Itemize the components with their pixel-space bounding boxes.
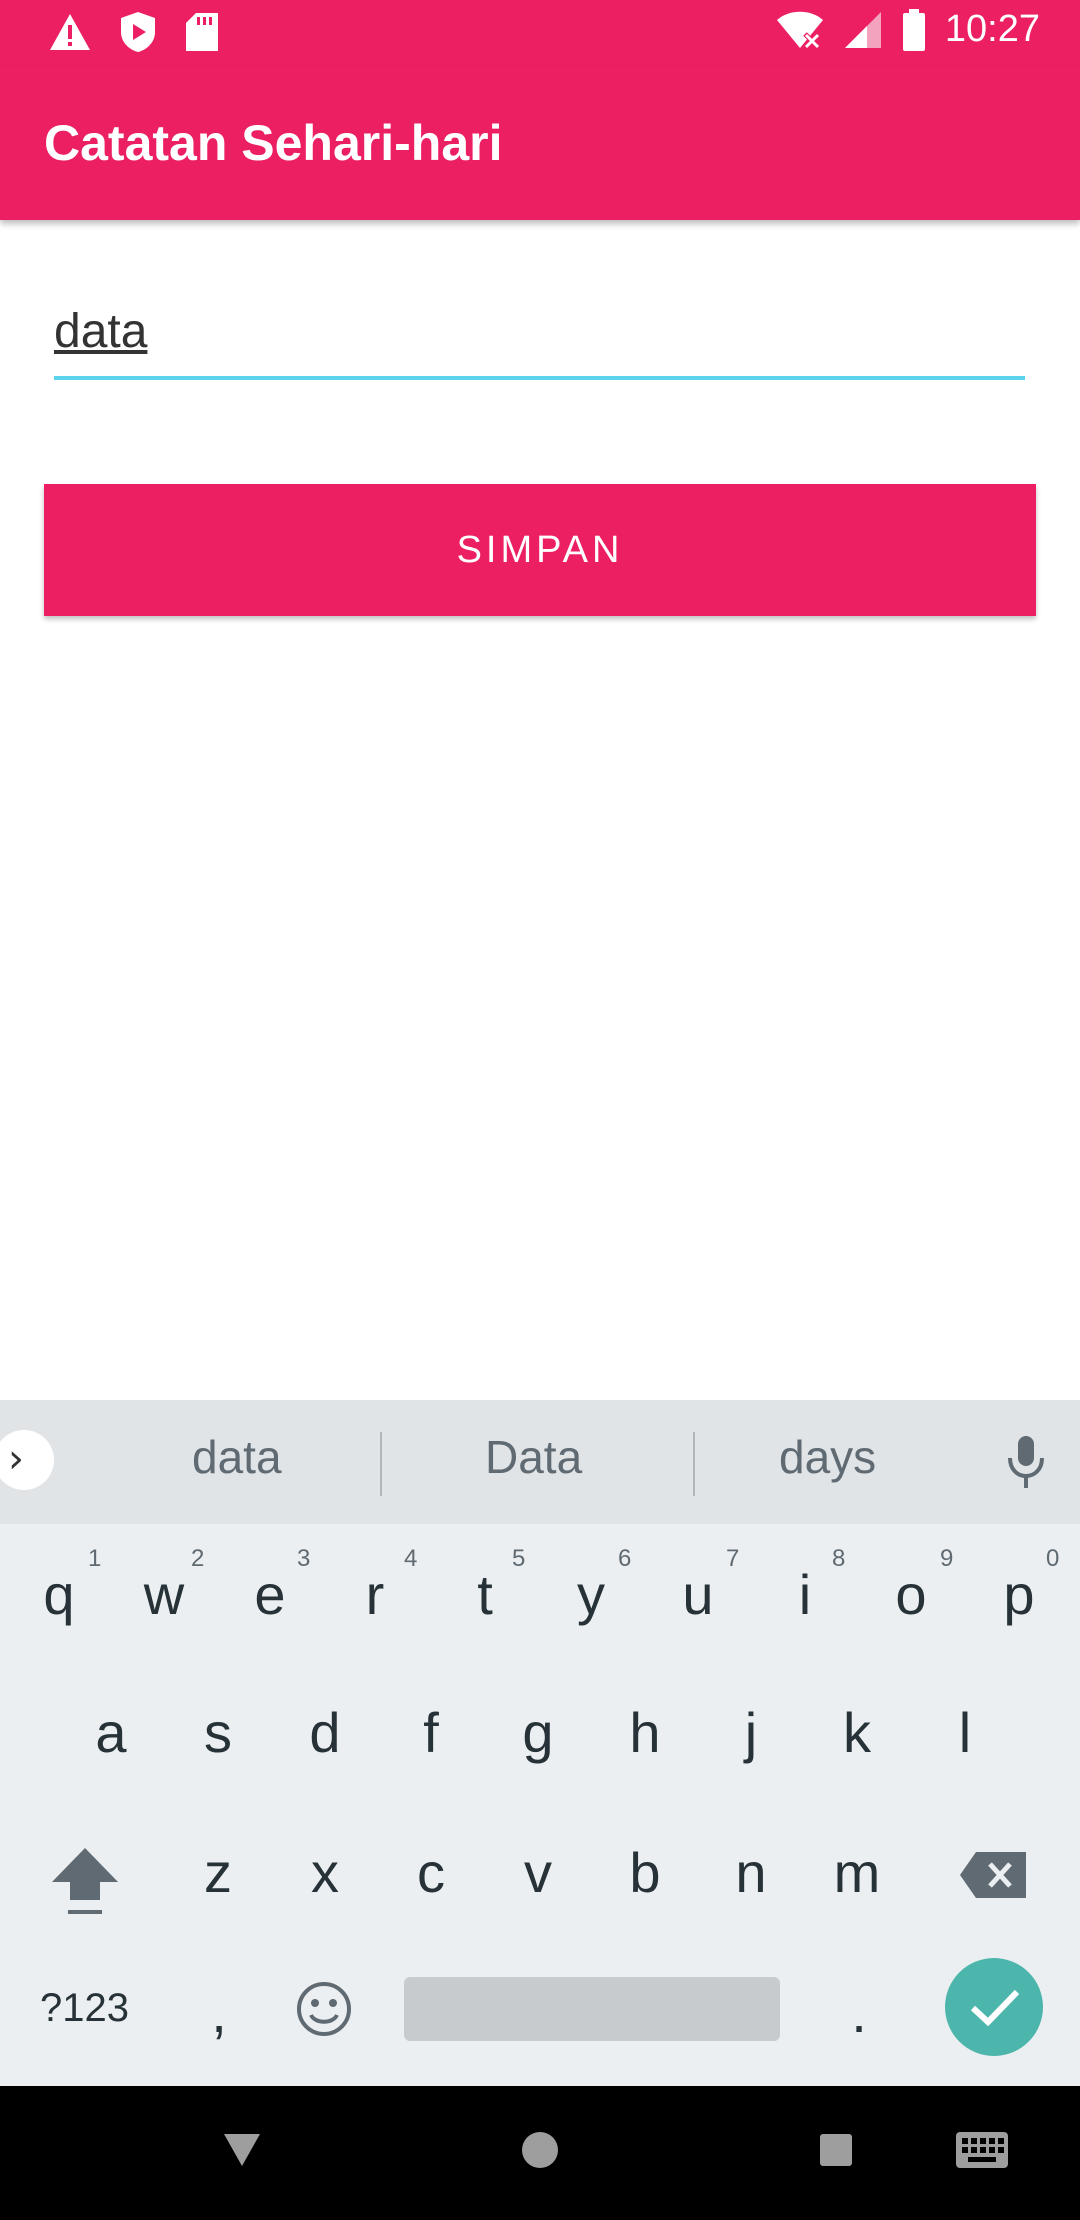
clock: 10:27 xyxy=(944,8,1040,50)
key-x[interactable]: x xyxy=(280,1840,370,1905)
key-l[interactable]: l xyxy=(920,1700,1010,1765)
shield-play-icon xyxy=(121,12,155,52)
emoji-icon[interactable] xyxy=(295,1980,353,2038)
suggestion-divider xyxy=(693,1432,695,1496)
key-hint-1: 1 xyxy=(88,1545,102,1572)
key-h[interactable]: h xyxy=(600,1700,690,1765)
key-c[interactable]: c xyxy=(386,1840,476,1905)
key-d[interactable]: d xyxy=(280,1700,370,1765)
sd-card-icon xyxy=(186,13,218,51)
key-v[interactable]: v xyxy=(493,1840,583,1905)
key-hint-3: 3 xyxy=(297,1545,311,1572)
enter-button[interactable] xyxy=(945,1958,1043,2056)
save-button[interactable]: SIMPAN xyxy=(44,484,1036,616)
suggestion-3[interactable]: days xyxy=(779,1430,876,1484)
key-comma[interactable]: , xyxy=(174,1980,264,2045)
key-s[interactable]: s xyxy=(173,1700,263,1765)
space-key[interactable] xyxy=(404,1977,780,2041)
key-period[interactable]: . xyxy=(814,1980,904,2045)
key-b[interactable]: b xyxy=(600,1840,690,1905)
app-title: Catatan Sehari-hari xyxy=(44,115,503,171)
key-hint-8: 8 xyxy=(832,1545,846,1572)
key-hint-7: 7 xyxy=(726,1545,740,1572)
key-z[interactable]: z xyxy=(173,1840,263,1905)
keyboard-switch-icon[interactable] xyxy=(954,2130,1010,2170)
status-bar: 10:27 xyxy=(0,0,1080,66)
battery-icon xyxy=(902,8,925,51)
navigation-bar xyxy=(0,2086,1080,2220)
suggestion-divider xyxy=(380,1432,382,1496)
back-down-icon[interactable] xyxy=(222,2132,262,2168)
warning-icon xyxy=(50,14,90,50)
key-hint-4: 4 xyxy=(404,1545,418,1572)
home-icon[interactable] xyxy=(520,2130,560,2170)
note-input[interactable] xyxy=(54,296,1025,366)
key-j[interactable]: j xyxy=(706,1700,796,1765)
checkmark-icon xyxy=(970,1989,1020,2027)
app-bar: Catatan Sehari-hari xyxy=(0,66,1080,220)
key-f[interactable]: f xyxy=(386,1700,476,1765)
key-n[interactable]: n xyxy=(706,1840,796,1905)
key-g[interactable]: g xyxy=(493,1700,583,1765)
shift-icon[interactable] xyxy=(50,1846,120,1918)
signal-icon xyxy=(844,11,881,48)
key-a[interactable]: a xyxy=(66,1700,156,1765)
microphone-icon[interactable] xyxy=(1000,1434,1052,1490)
note-input-container xyxy=(54,290,1025,380)
backspace-icon[interactable] xyxy=(958,1850,1028,1900)
key-hint-0: 0 xyxy=(1046,1545,1060,1572)
key-k[interactable]: k xyxy=(812,1700,902,1765)
key-hint-9: 9 xyxy=(940,1545,954,1572)
wifi-x-icon xyxy=(776,11,823,50)
suggestion-2[interactable]: Data xyxy=(485,1430,582,1484)
recents-icon[interactable] xyxy=(818,2132,854,2168)
symbols-key[interactable]: ?123 xyxy=(40,1986,129,2031)
key-hint-5: 5 xyxy=(512,1545,526,1572)
expand-suggestions-button[interactable]: › xyxy=(0,1430,54,1490)
key-hint-6: 6 xyxy=(618,1545,632,1572)
chevron-right-icon: › xyxy=(8,1436,24,1482)
suggestion-1[interactable]: data xyxy=(192,1430,282,1484)
key-m[interactable]: m xyxy=(812,1840,902,1905)
suggestion-strip: › data Data days xyxy=(0,1400,1080,1524)
key-hint-2: 2 xyxy=(191,1545,205,1572)
